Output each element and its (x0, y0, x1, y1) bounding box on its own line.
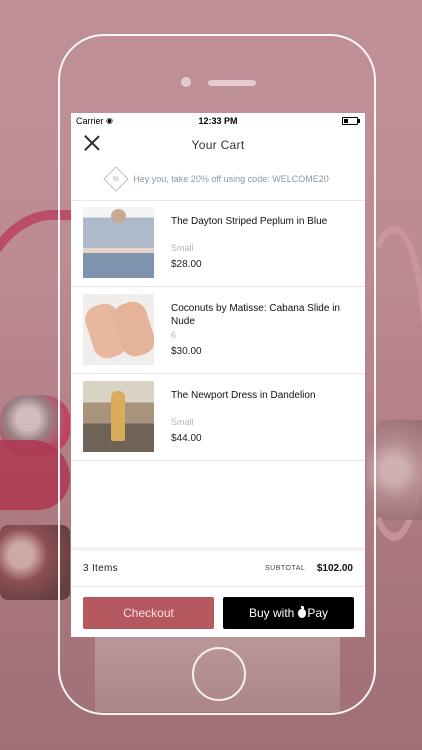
camera-icon (181, 77, 191, 87)
items-count: 3 Items (83, 563, 118, 574)
cart-items-list: The Dayton Striped Peplum in Blue Small … (71, 200, 365, 461)
item-name[interactable]: The Dayton Striped Peplum in Blue (171, 215, 351, 228)
item-variant: 6 (171, 330, 177, 340)
apple-icon (298, 605, 307, 618)
item-variant: Small (171, 417, 194, 427)
page-title: Your Cart (191, 138, 245, 152)
item-name[interactable]: The Newport Dress in Dandelion (171, 389, 351, 402)
cart-item[interactable]: Coconuts by Matisse: Cabana Slide in Nud… (71, 287, 365, 374)
status-time: 12:33 PM (198, 116, 238, 126)
percent-glyph: % (113, 175, 120, 183)
status-bar: Carrier ◉ 12:33 PM (71, 113, 365, 128)
cart-item[interactable]: The Newport Dress in Dandelion Small $44… (71, 374, 365, 461)
cart-summary: 3 Items SUBTOTAL $102.00 (71, 551, 365, 587)
apple-pay-button[interactable]: Buy with Pay (223, 597, 354, 629)
checkout-button[interactable]: Checkout (83, 597, 214, 629)
speaker-grille (208, 80, 256, 86)
cart-item[interactable]: The Dayton Striped Peplum in Blue Small … (71, 200, 365, 287)
phone-screen: Carrier ◉ 12:33 PM Your Cart % Hey you, … (71, 113, 365, 637)
apple-pay-suffix: Pay (307, 606, 329, 620)
subtotal-label: SUBTOTAL (265, 565, 306, 572)
item-price: $30.00 (171, 346, 202, 357)
percent-badge-icon: % (103, 166, 130, 192)
subtotal-value: $102.00 (316, 563, 353, 574)
item-thumbnail[interactable] (83, 207, 154, 278)
battery-icon (342, 117, 360, 125)
item-name[interactable]: Coconuts by Matisse: Cabana Slide in Nud… (171, 302, 351, 328)
item-thumbnail[interactable] (83, 294, 154, 365)
checkout-label: Checkout (123, 606, 174, 620)
promo-banner: % Hey you, take 20% off using code: WELC… (71, 166, 365, 192)
apple-pay-prefix: Buy with (248, 606, 295, 620)
nav-bar: Your Cart (71, 128, 365, 161)
item-thumbnail[interactable] (83, 381, 154, 452)
item-price: $44.00 (171, 433, 202, 444)
home-button[interactable] (192, 647, 246, 701)
item-variant: Small (171, 243, 194, 253)
item-price: $28.00 (171, 259, 202, 270)
promo-text: Hey you, take 20% off using code: WELCOM… (133, 174, 329, 184)
